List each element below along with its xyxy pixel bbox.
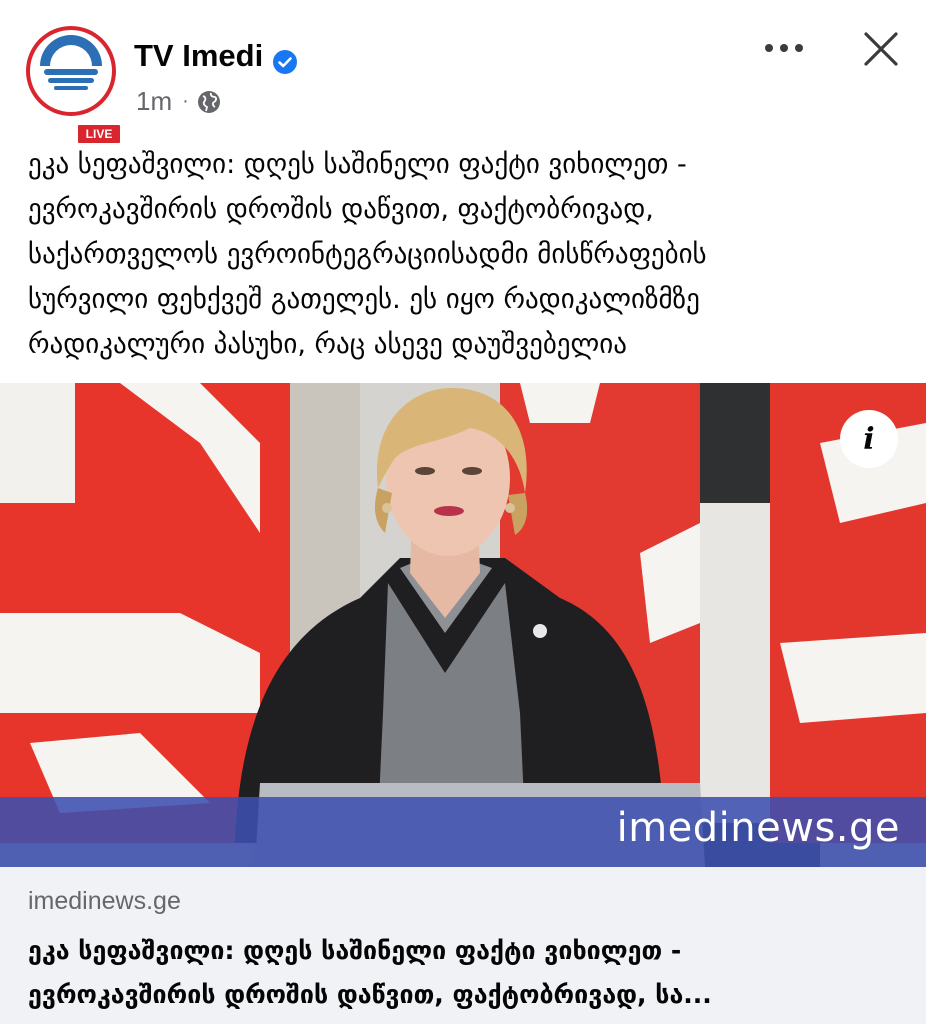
post-text: ეკა სეფაშვილი: დღეს საშინელი ფაქტი ვიხილ… — [28, 149, 707, 360]
post-image[interactable]: i imedinews.ge — [0, 383, 926, 867]
post-timestamp[interactable]: 1m — [136, 86, 172, 117]
meta-separator: · — [182, 90, 189, 112]
info-icon[interactable]: i — [840, 410, 898, 468]
globe-icon[interactable] — [197, 90, 221, 114]
image-watermark: imedinews.ge — [616, 805, 900, 851]
link-preview[interactable]: imedinews.ge ეკა სეფაშვილი: დღეს საშინელ… — [0, 867, 926, 1024]
page-avatar[interactable]: LIVE — [26, 26, 122, 145]
page-name[interactable]: TV Imedi — [134, 36, 263, 76]
close-icon[interactable] — [856, 26, 906, 72]
imedi-logo-icon — [35, 35, 107, 107]
press-conference-photo — [0, 383, 926, 867]
post-meta: 1m · — [136, 86, 221, 117]
watermark-band: imedinews.ge — [0, 797, 926, 867]
more-horizontal-icon[interactable] — [762, 30, 806, 66]
link-domain: imedinews.ge — [28, 887, 181, 915]
link-title: ეკა სეფაშვილი: დღეს საშინელი ფაქტი ვიხილ… — [28, 936, 712, 1009]
verified-badge-icon — [273, 44, 298, 74]
page-name-row: TV Imedi — [134, 36, 298, 76]
post-header: LIVE TV Imedi 1m · — [0, 0, 926, 145]
